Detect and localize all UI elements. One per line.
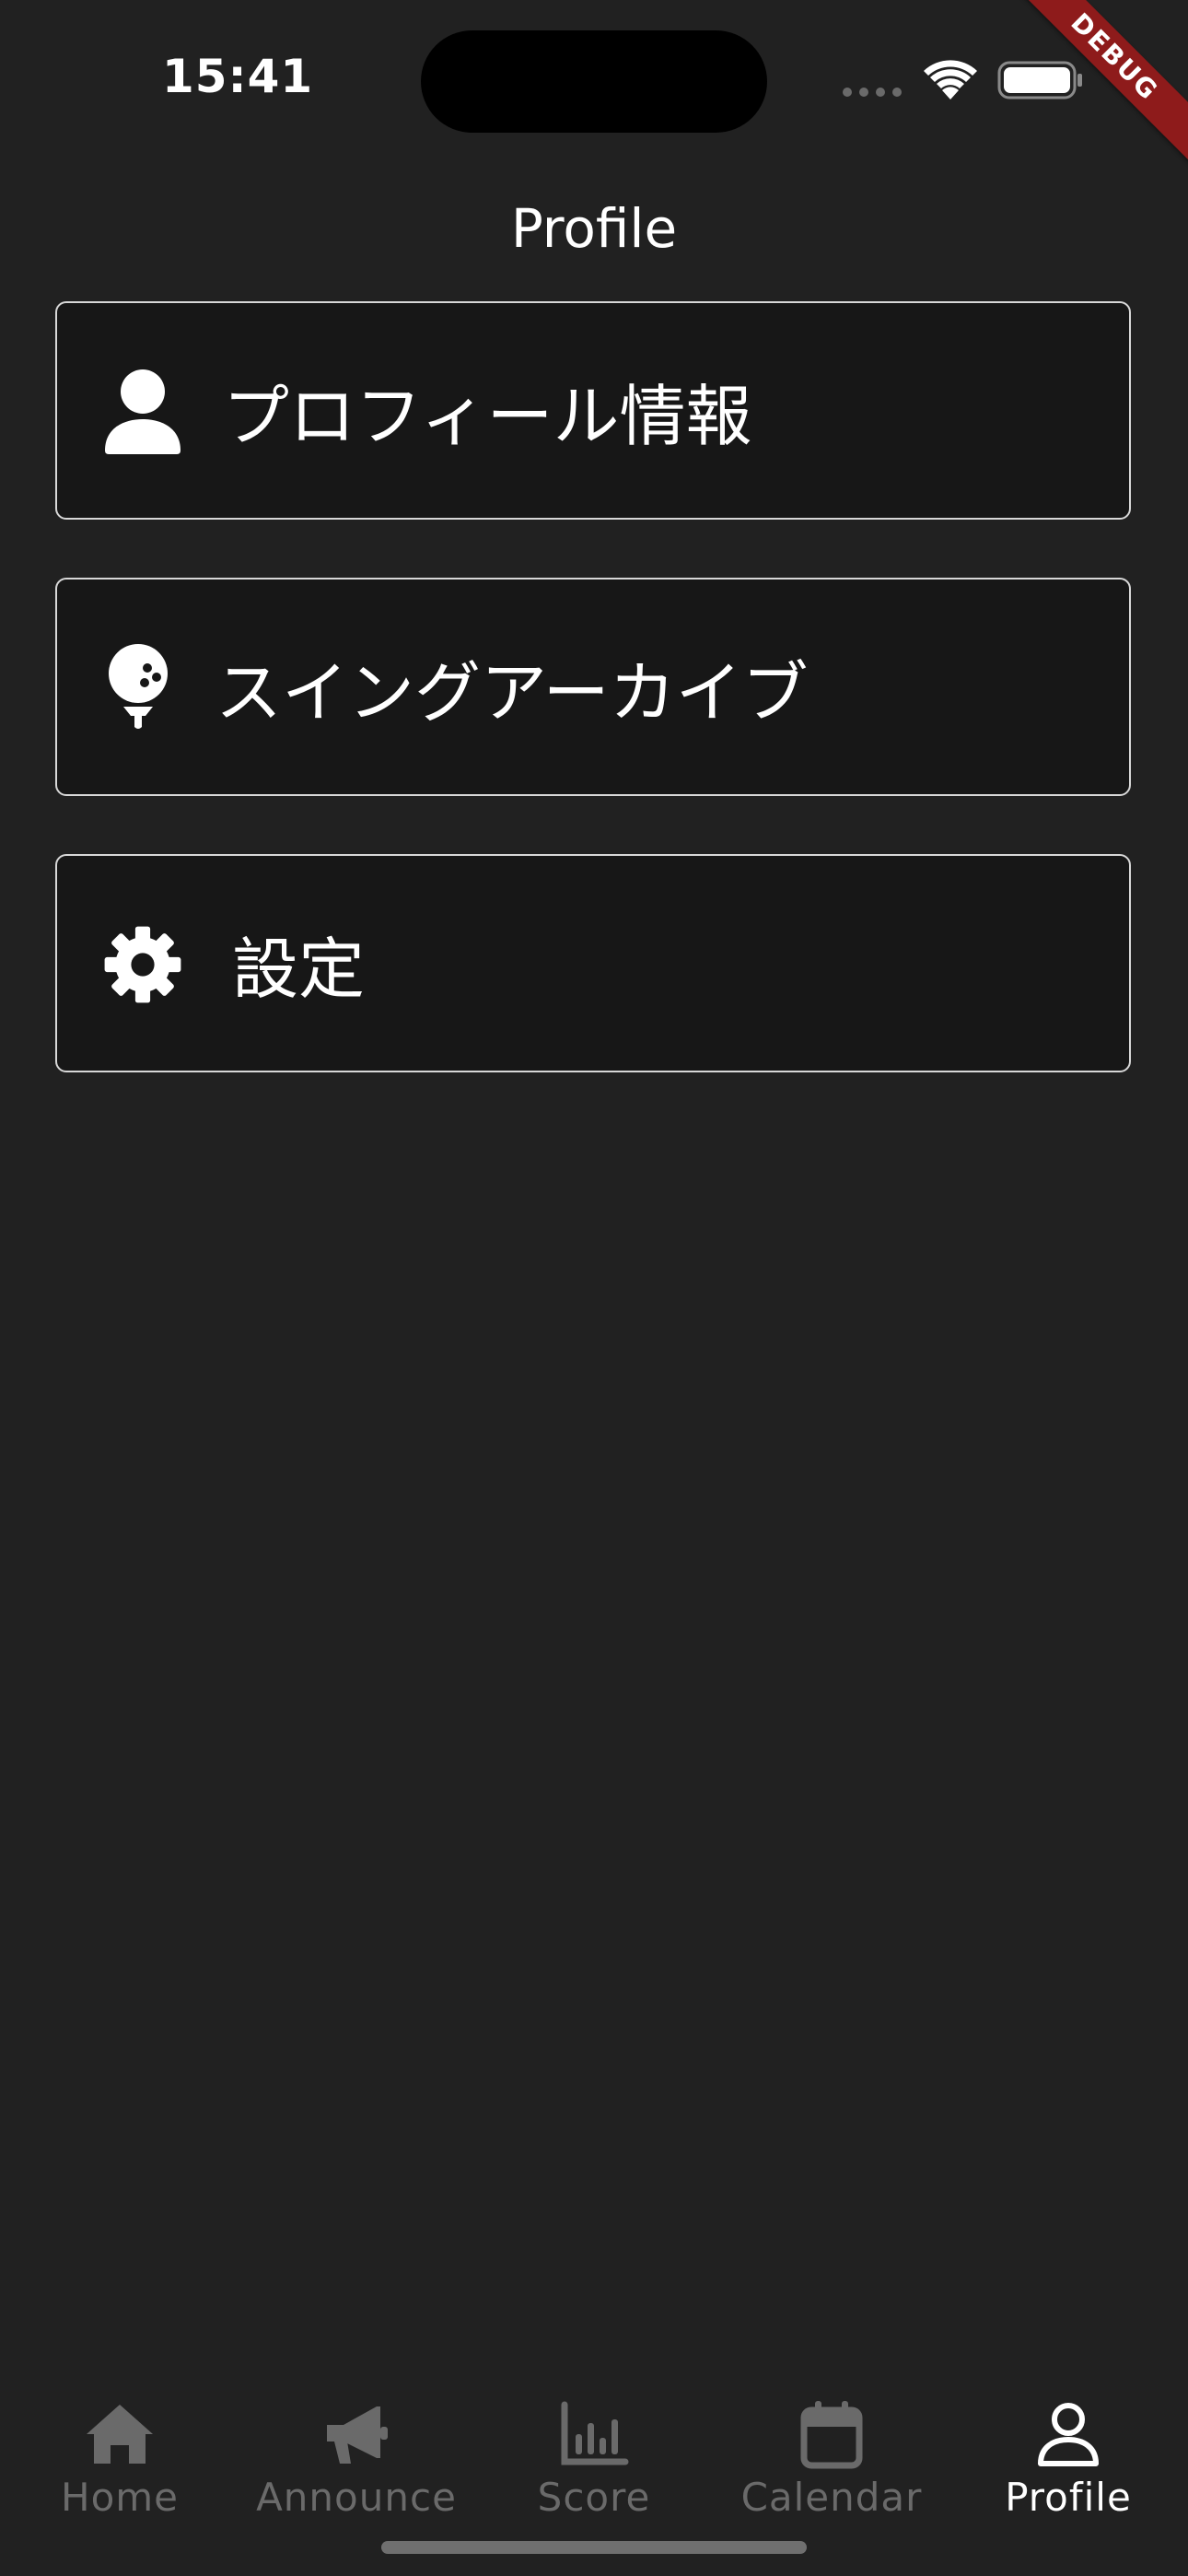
menu-item-label: 設定 [232, 931, 366, 1008]
person-icon [105, 369, 181, 454]
menu-item-label: プロフィール情報 [223, 378, 752, 455]
status-time: 15:41 [162, 50, 314, 103]
bar-chart-icon [561, 2401, 629, 2465]
menu-item-profile-info[interactable]: プロフィール情報 [55, 301, 1131, 520]
nav-label: Score [537, 2475, 651, 2520]
cellular-signal-icon [843, 88, 902, 97]
battery-icon [997, 61, 1082, 100]
home-icon [87, 2405, 153, 2464]
nav-label: Calendar [740, 2475, 923, 2520]
nav-item-score[interactable]: Score [483, 2386, 705, 2534]
dynamic-island [421, 30, 767, 133]
home-indicator[interactable] [381, 2541, 807, 2554]
golf-ball-icon [109, 644, 168, 729]
nav-label: Profile [1005, 2475, 1132, 2520]
profile-icon [1038, 2403, 1099, 2466]
nav-item-calendar[interactable]: Calendar [721, 2386, 942, 2534]
menu-item-swing-archive[interactable]: スイングアーカイブ [55, 578, 1131, 796]
nav-label: Home [60, 2475, 180, 2520]
nav-item-home[interactable]: Home [9, 2386, 230, 2534]
nav-item-profile[interactable]: Profile [958, 2386, 1179, 2534]
calendar-icon [800, 2401, 863, 2469]
wifi-icon [924, 60, 977, 100]
nav-label: Announce [256, 2475, 457, 2520]
profile-screen: 15:41 DEBUG Profile プロフィール情報 スイングアーカイブ 設… [0, 0, 1188, 2576]
bottom-navigation-bar: Home Announce Score Calendar Profile [0, 2386, 1188, 2534]
nav-item-announce[interactable]: Announce [246, 2386, 467, 2534]
gear-icon [104, 926, 181, 1003]
megaphone-icon [327, 2406, 388, 2464]
menu-item-settings[interactable]: 設定 [55, 854, 1131, 1072]
menu-item-label: スイングアーカイブ [215, 654, 809, 732]
page-title: Profile [510, 197, 678, 260]
